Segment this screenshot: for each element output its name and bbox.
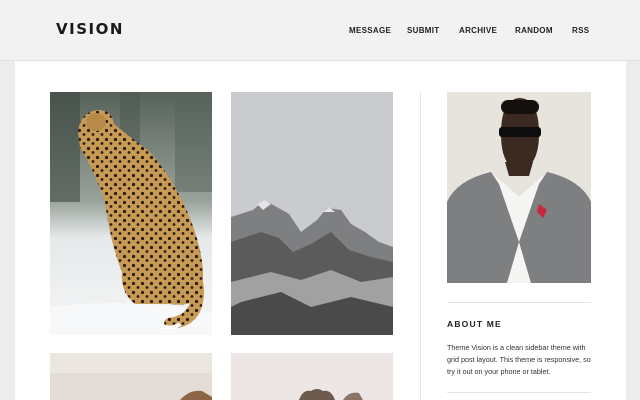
avatar (447, 92, 591, 283)
site-header: VISION MESSAGE SUBMIT ARCHIVE RANDOM RSS (0, 0, 640, 61)
mountains-photo (231, 92, 393, 335)
nav-message[interactable]: MESSAGE (349, 26, 391, 35)
wolf-photo (231, 353, 393, 400)
nav-archive[interactable]: ARCHIVE (459, 26, 497, 35)
about-text: Theme Vision is a clean sidebar theme wi… (447, 343, 591, 376)
post-mountains[interactable] (231, 92, 393, 335)
cheetah-photo (50, 92, 212, 335)
fox-photo (50, 353, 212, 400)
post-wolf[interactable] (231, 353, 393, 400)
post-fox[interactable] (50, 353, 212, 400)
profile-photo (447, 92, 591, 283)
sidebar-divider (420, 92, 421, 400)
nav-submit[interactable]: SUBMIT (407, 26, 439, 35)
post-cheetah[interactable] (50, 92, 212, 335)
sidebar-separator-top (447, 302, 591, 303)
main-nav: MESSAGE SUBMIT ARCHIVE RANDOM RSS (0, 26, 640, 38)
about-title: ABOUT ME (447, 319, 502, 329)
nav-random[interactable]: RANDOM (515, 26, 553, 35)
nav-rss[interactable]: RSS (572, 26, 589, 35)
sidebar-separator-bottom (447, 392, 591, 393)
